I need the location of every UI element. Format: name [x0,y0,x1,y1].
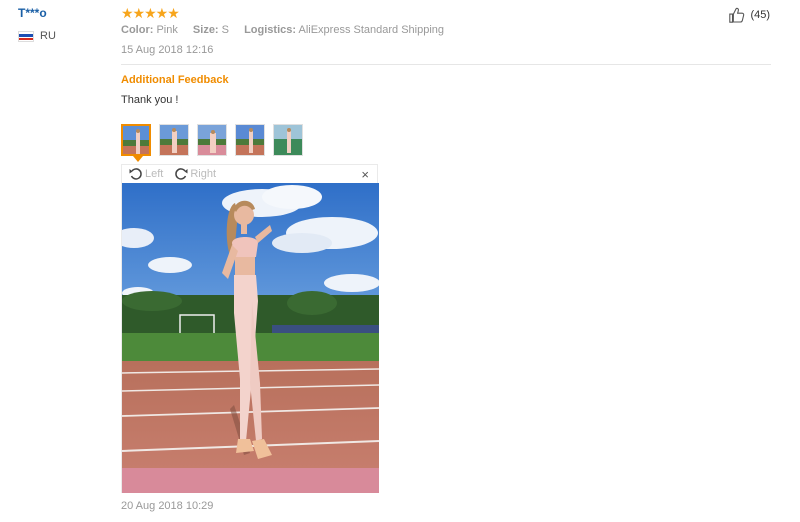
attr-color-key: Color: [121,24,154,36]
reviewer-name[interactable]: T***o [18,6,108,20]
photo-thumbnail[interactable] [159,124,189,156]
reviewer-info: T***o RU [18,6,108,42]
review-photo[interactable] [122,183,379,493]
review-body: ★★★★★ Color: Pink Size: S Logistics: Ali… [121,6,771,106]
additional-feedback-date: 20 Aug 2018 10:29 [121,500,214,512]
country-code: RU [40,30,56,42]
photo-viewer: Left Right × [121,164,379,493]
photo-thumbnail[interactable] [197,124,227,156]
review-date: 15 Aug 2018 12:16 [121,44,214,56]
attr-logistics-key: Logistics: [244,24,297,36]
attr-size-value: S [221,24,230,36]
photo-thumbnail[interactable] [121,124,151,156]
likes-count: (45) [750,9,770,21]
rotate-right-icon [175,168,188,180]
reviewer-country: RU [18,30,108,42]
thumbs-up-icon[interactable] [728,6,746,24]
rotate-left-label: Left [145,168,164,180]
photo-thumbnails [121,124,303,156]
additional-feedback-text: Thank you ! [121,94,179,106]
additional-feedback-title: Additional Feedback [121,74,229,86]
rating-stars: ★★★★★ [121,5,180,21]
close-icon[interactable]: × [361,167,369,182]
order-attributes: Color: Pink Size: S Logistics: AliExpres… [121,24,771,36]
selected-thumbnail-indicator [133,156,143,162]
helpful-likes[interactable]: (45) [728,6,770,24]
rotate-left-button[interactable]: Left [128,166,163,182]
rotate-right-button[interactable]: Right [173,166,216,182]
photo-thumbnail[interactable] [235,124,265,156]
attr-logistics-value: AliExpress Standard Shipping [298,24,445,36]
viewer-toolbar: Left Right × [122,165,377,183]
rotate-left-icon [129,168,142,180]
attr-size-key: Size: [192,24,219,36]
russia-flag-icon [18,30,34,42]
photo-thumbnail[interactable] [273,124,303,156]
rotate-right-label: Right [190,168,217,180]
attr-color-value: Pink [156,24,178,36]
divider [121,64,771,65]
